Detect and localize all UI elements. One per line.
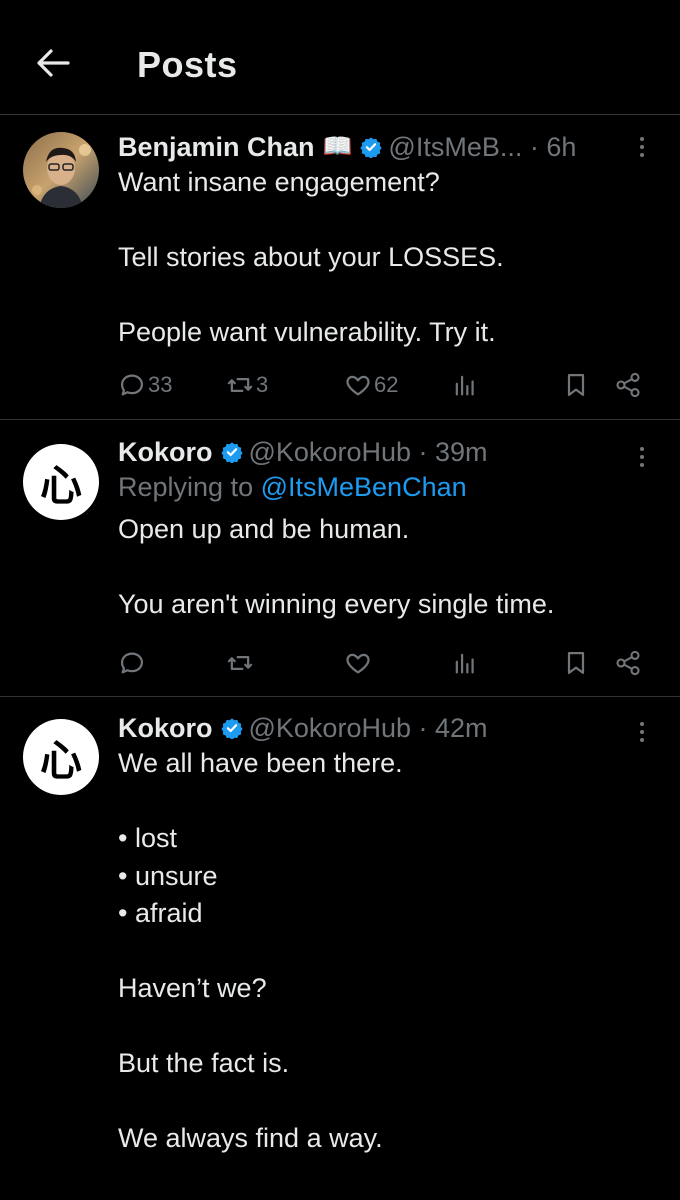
more-dot-icon [640, 730, 644, 734]
book-emoji: 📖 [322, 133, 353, 160]
top-bar: Posts [0, 0, 680, 115]
heart-icon [346, 653, 370, 674]
bookmark-icon [567, 373, 585, 397]
heart-icon [346, 375, 370, 396]
replying-to-handle-link[interactable]: @ItsMeBenChan [261, 472, 467, 502]
avatar-photo-icon [23, 132, 99, 208]
action-bar [118, 646, 658, 680]
back-button[interactable] [34, 44, 72, 82]
share-button[interactable] [614, 646, 642, 680]
like-count: 62 [374, 372, 399, 397]
author-name[interactable]: Benjamin Chan [118, 130, 315, 164]
bullet-item: • afraid [118, 898, 203, 928]
repost-icon [227, 656, 253, 670]
share-icon [616, 650, 640, 676]
more-dot-icon [640, 463, 644, 467]
separator-dot: · [411, 713, 435, 743]
post-header: Kokoro @KokoroHub · 42m [118, 711, 656, 745]
avatar[interactable]: 心 [23, 444, 99, 520]
more-dot-icon [640, 145, 644, 149]
verified-icon [220, 441, 243, 463]
avatar-glyph: 心 [39, 460, 82, 510]
avatar-glyph: 心 [39, 735, 82, 785]
more-dot-icon [640, 738, 644, 742]
views-button[interactable] [451, 646, 479, 680]
views-button[interactable] [451, 368, 479, 402]
repost-button[interactable]: 3 [226, 368, 268, 402]
more-dot-icon [640, 455, 644, 459]
separator-dot: · [522, 132, 547, 162]
post-time[interactable]: 42m [435, 711, 488, 745]
bullet-item: • lost [118, 823, 177, 853]
bookmark-icon [567, 651, 585, 675]
post-time[interactable]: 6h [546, 130, 576, 164]
post-kokoro[interactable]: 心 Kokoro @KokoroHub · 42m We all have be… [0, 697, 680, 1200]
reply-icon [120, 374, 144, 396]
text-line: People want vulnerability. Try it. [118, 317, 496, 347]
text-line: We always find a way. [118, 1123, 383, 1153]
author-name[interactable]: Kokoro [118, 435, 213, 469]
share-button[interactable] [614, 368, 642, 402]
repost-button[interactable] [226, 646, 254, 680]
text-line: Haven’t we? [118, 973, 267, 1003]
analytics-icon [455, 653, 474, 674]
more-dot-icon [640, 153, 644, 157]
avatar[interactable] [23, 132, 99, 208]
author-handle[interactable]: @ItsMeB... [388, 130, 522, 164]
more-options-button[interactable] [632, 715, 652, 749]
bookmark-button[interactable] [562, 646, 590, 680]
reply-icon [120, 652, 144, 674]
page-title: Posts [137, 44, 238, 85]
post-text: We all have been there. • lost • unsure … [118, 745, 656, 1158]
like-button[interactable] [344, 646, 372, 680]
more-dot-icon [640, 447, 644, 451]
reply-button[interactable] [118, 646, 146, 680]
repost-count: 3 [256, 372, 269, 397]
text-line: Tell stories about your LOSSES. [118, 242, 504, 272]
reply-button[interactable]: 33 [118, 368, 172, 402]
bullet-item: • unsure [118, 860, 218, 891]
action-bar: 33 3 62 [118, 368, 658, 402]
text-line: You aren't winning every single time. [118, 589, 555, 619]
text-line: Want insane engagement? [118, 167, 440, 197]
author-handle[interactable]: @KokoroHub [249, 435, 412, 469]
separator-dot: · [411, 437, 435, 467]
more-dot-icon [640, 137, 644, 141]
text-line: We all have been there. [118, 748, 403, 778]
verified-icon [220, 717, 243, 739]
like-button[interactable]: 62 [344, 368, 398, 402]
post-text: Open up and be human. You aren't winning… [118, 511, 656, 624]
repost-icon [227, 378, 253, 392]
verified-icon [360, 136, 383, 158]
author-name[interactable]: Kokoro [118, 711, 213, 745]
post-header: Benjamin Chan 📖 @ItsMeB... · 6h [118, 130, 656, 164]
text-line: Open up and be human. [118, 514, 410, 544]
avatar[interactable]: 心 [23, 719, 99, 795]
bookmark-button[interactable] [562, 368, 590, 402]
replying-prefix: Replying to [118, 472, 254, 502]
post-text: Want insane engagement? Tell stories abo… [118, 164, 656, 352]
share-icon [616, 372, 640, 398]
arrow-left-icon [37, 49, 70, 77]
post-kokoro-reply[interactable]: 心 Kokoro @KokoroHub · 39m Replying to @I… [0, 420, 680, 697]
post-time[interactable]: 39m [435, 435, 488, 469]
post-header: Kokoro @KokoroHub · 39m [118, 435, 656, 469]
analytics-icon [455, 375, 474, 396]
replying-to: Replying to @ItsMeBenChan [118, 469, 656, 505]
post-benjamin-chan[interactable]: Benjamin Chan 📖 @ItsMeB... · 6h Want ins… [0, 115, 680, 420]
more-dot-icon [640, 722, 644, 726]
author-handle[interactable]: @KokoroHub [249, 711, 412, 745]
more-options-button[interactable] [632, 440, 652, 474]
more-options-button[interactable] [632, 130, 652, 164]
text-line: But the fact is. [118, 1048, 290, 1078]
reply-count: 33 [148, 372, 173, 397]
